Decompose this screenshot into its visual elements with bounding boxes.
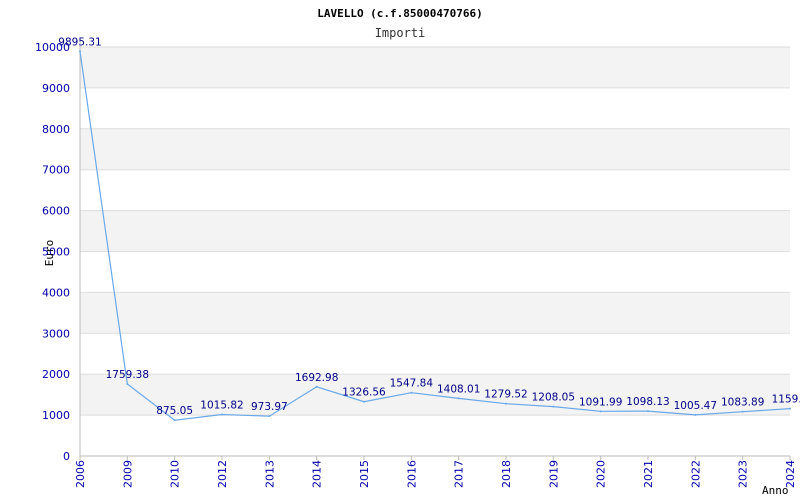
data-label: 1098.13 bbox=[626, 396, 669, 408]
data-point bbox=[79, 50, 81, 53]
x-axis-label: Anno bbox=[762, 484, 789, 497]
band bbox=[80, 47, 790, 88]
data-point bbox=[647, 410, 649, 413]
y-tick-label: 6000 bbox=[42, 205, 70, 218]
x-tick-labels: 2006 2009 2010 2012 2013 2014 2015 2016 2017 2018… bbox=[74, 460, 797, 488]
data-point bbox=[173, 419, 176, 422]
y-tick-label: 1000 bbox=[42, 409, 70, 422]
x-tick-label: 2013 bbox=[263, 460, 276, 488]
x-tick-label: 2018 bbox=[500, 460, 513, 488]
data-point bbox=[315, 385, 318, 388]
data-label: 1159.4 bbox=[772, 394, 800, 406]
data-label: 1091.99 bbox=[579, 396, 622, 408]
y-tick-label: 3000 bbox=[42, 327, 70, 340]
y-tick-label: 8000 bbox=[42, 123, 70, 136]
data-label: 875.05 bbox=[156, 405, 193, 417]
data-label: 1408.01 bbox=[437, 383, 480, 395]
data-point bbox=[268, 415, 271, 418]
band bbox=[80, 128, 790, 170]
x-tick-label: 2006 bbox=[74, 460, 87, 488]
background-bands bbox=[80, 47, 790, 416]
x-tick-label: 2017 bbox=[453, 460, 466, 488]
data-point bbox=[221, 413, 223, 416]
x-tick-label: 2021 bbox=[642, 460, 655, 488]
data-label: 1208.05 bbox=[532, 392, 575, 404]
y-tick-label: 9000 bbox=[42, 82, 70, 95]
data-point bbox=[410, 391, 413, 394]
data-label: 1083.89 bbox=[721, 397, 764, 409]
x-tick-label: 2022 bbox=[689, 460, 702, 488]
data-label: 1326.56 bbox=[342, 387, 386, 399]
x-tick-label: 2012 bbox=[216, 460, 229, 488]
x-tick-label: 2010 bbox=[169, 460, 182, 488]
y-axis-label: Euro bbox=[43, 240, 56, 267]
chart-subtitle: Importi bbox=[375, 26, 426, 40]
data-label: 973.97 bbox=[251, 401, 288, 413]
x-tick-label: 2020 bbox=[595, 460, 608, 488]
x-tick-label: 2019 bbox=[547, 460, 560, 488]
chart-title: LAVELLO (c.f.85000470766) bbox=[317, 7, 483, 20]
band bbox=[80, 292, 790, 334]
data-point bbox=[789, 407, 791, 410]
data-point bbox=[126, 383, 129, 386]
data-point bbox=[363, 400, 365, 403]
data-label: 1279.52 bbox=[484, 389, 527, 401]
data-label: 1547.84 bbox=[390, 378, 434, 390]
data-label: 1692.98 bbox=[295, 372, 338, 384]
data-point bbox=[505, 402, 507, 405]
x-tick-label: 2014 bbox=[311, 460, 324, 488]
x-tick-label: 2023 bbox=[737, 460, 750, 488]
y-tick-label: 4000 bbox=[42, 286, 70, 299]
band bbox=[80, 210, 790, 252]
data-label: 9895.31 bbox=[58, 36, 101, 48]
data-point bbox=[599, 410, 602, 413]
data-point bbox=[694, 413, 697, 416]
y-tick-label: 2000 bbox=[42, 368, 70, 381]
data-point bbox=[457, 397, 460, 400]
data-label: 1759.38 bbox=[106, 369, 149, 381]
x-tick-label: 2009 bbox=[121, 460, 134, 488]
y-tick-label: 7000 bbox=[42, 164, 70, 177]
y-tick-label: 0 bbox=[63, 450, 70, 463]
data-label: 1005.47 bbox=[674, 400, 717, 412]
data-point bbox=[741, 410, 744, 413]
x-tick-label: 2016 bbox=[405, 460, 418, 488]
x-tick-label: 2015 bbox=[358, 460, 371, 488]
line-chart: 0100020003000400050006000700080009000100… bbox=[35, 7, 800, 497]
data-point bbox=[552, 405, 555, 408]
data-label: 1015.82 bbox=[200, 399, 243, 411]
